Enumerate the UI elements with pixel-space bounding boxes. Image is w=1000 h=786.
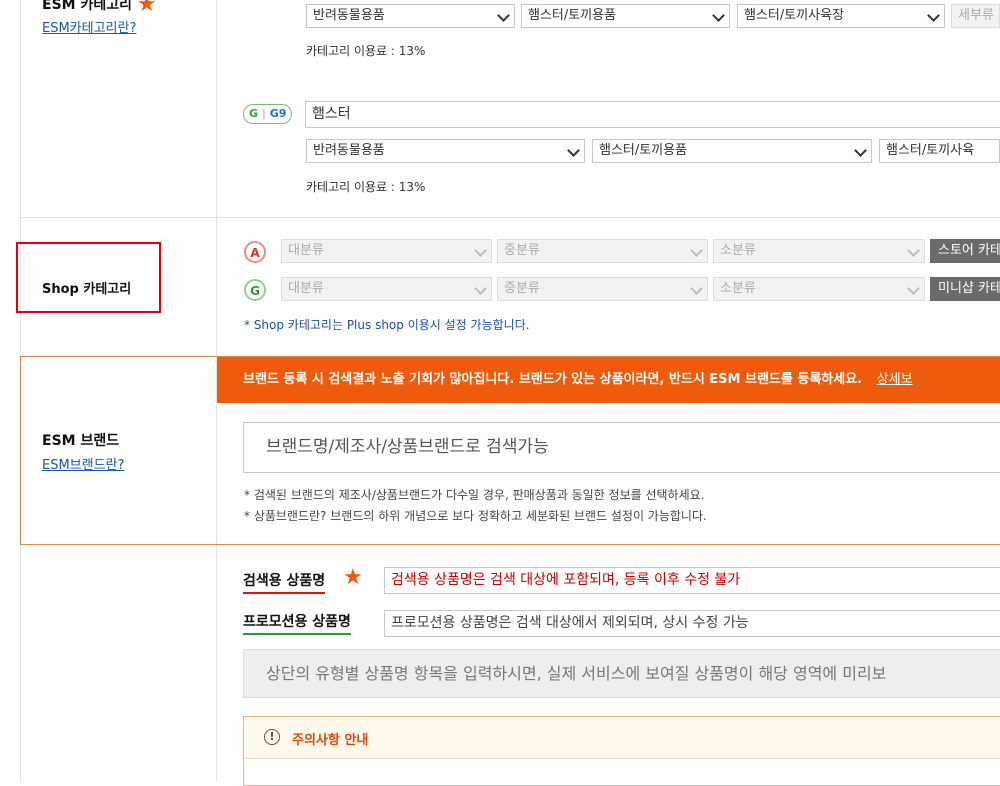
minishop-category-button[interactable]: 미니샵 카테 — [930, 277, 1000, 301]
esm-auction-category-medium-select[interactable]: 햄스터/토끼용품 — [521, 4, 730, 28]
badge-separator: | — [261, 107, 266, 120]
shop-gmarket-large-select[interactable]: 대분류 — [281, 277, 492, 301]
promo-name-label: 프로모션용 상품명 — [243, 611, 351, 635]
row-divider — [20, 217, 1000, 218]
esm-category-help-link[interactable]: ESM카테고리란? — [42, 17, 136, 36]
required-star-icon: ★ — [343, 565, 363, 590]
category-search-input[interactable]: 햄스터 — [305, 101, 1000, 128]
search-name-label-text: 검색용 상품명 — [243, 573, 326, 589]
select-value: 햄스터/토끼용품 — [599, 143, 688, 158]
esm-brand-title: ESM 브랜드 — [42, 433, 120, 449]
select-value: 대분류 — [288, 243, 324, 258]
left-border — [20, 545, 21, 782]
shop-auction-medium-select[interactable]: 중분류 — [497, 239, 708, 263]
g9-label: G9 — [269, 107, 287, 120]
notice-title: 주의사항 안내 — [292, 733, 369, 748]
esm-auction-category-large-select[interactable]: 반려동물용품 — [306, 4, 515, 28]
chevron-down-icon — [567, 144, 580, 157]
brand-search-input[interactable]: 브랜드명/제조사/상품브랜드로 검색가능 — [243, 422, 1000, 473]
chevron-down-icon — [927, 9, 940, 22]
category-fee-text: 카테고리 이용료 : 13% — [306, 180, 426, 194]
select-value: 중분류 — [504, 281, 540, 296]
chevron-down-icon — [854, 144, 867, 157]
select-value: 햄스터/토끼용품 — [528, 8, 617, 23]
select-value: 세부류 — [958, 8, 994, 23]
shop-category-note: * Shop 카테고리는 Plus shop 이용시 설정 가능합니다. — [244, 318, 530, 332]
product-name-preview: 상단의 유형별 상품명 항목을 입력하시면, 실제 서비스에 보여질 상품명이 … — [243, 649, 1000, 698]
required-star-icon: ★ — [136, 0, 157, 17]
chevron-down-icon — [907, 244, 920, 257]
select-value: 반려동물용품 — [313, 8, 385, 23]
warning-icon: ! — [264, 729, 280, 745]
chevron-down-icon — [690, 244, 703, 257]
brand-note: * 상품브랜드란? 브랜드의 하위 개념으로 보다 정확하고 세분화된 브랜드 … — [244, 509, 707, 523]
esm-gmarket-category-medium-select[interactable]: 햄스터/토끼용품 — [592, 139, 872, 163]
shop-gmarket-small-select[interactable]: 소분류 — [713, 277, 925, 301]
category-fee-text: 카테고리 이용료 : 13% — [306, 44, 426, 58]
select-value: 햄스터/토끼사육 — [886, 143, 975, 158]
esm-brand-help-link[interactable]: ESM브랜드란? — [42, 454, 124, 473]
select-value: 중분류 — [504, 243, 540, 258]
brand-banner: 브랜드 등록 시 검색결과 노출 기회가 많아집니다. 브랜드가 있는 상품이라… — [217, 357, 1000, 403]
brand-banner-detail-link[interactable]: 상세보 — [877, 372, 913, 387]
shop-gmarket-medium-select[interactable]: 중분류 — [497, 277, 708, 301]
chevron-down-icon — [907, 282, 920, 295]
esm-category-title-text: ESM 카테고리 — [42, 0, 132, 13]
gmarket-g9-badge: G | G9 — [243, 104, 293, 124]
gmarket-badge-icon: G — [244, 279, 266, 301]
chevron-down-icon — [712, 9, 725, 22]
shop-auction-small-select[interactable]: 소분류 — [713, 239, 925, 263]
promo-product-name-input[interactable]: 프로모션용 상품명은 검색 대상에서 제외되며, 상시 수정 가능 — [384, 610, 1000, 637]
select-value: 소분류 — [720, 281, 756, 296]
store-category-button[interactable]: 스토어 카테 — [930, 239, 1000, 263]
esm-auction-category-small-select[interactable]: 햄스터/토끼사육장 — [737, 4, 945, 28]
column-divider — [216, 0, 217, 356]
search-product-name-input[interactable]: 검색용 상품명은 검색 대상에 포함되며, 등록 이후 수정 불가 — [384, 567, 1000, 594]
chevron-down-icon — [474, 244, 487, 257]
gmarket-g-label: G — [249, 107, 259, 120]
shop-auction-large-select[interactable]: 대분류 — [281, 239, 492, 263]
esm-category-title: ESM 카테고리 ★ — [42, 0, 157, 17]
esm-gmarket-category-small-select[interactable]: 햄스터/토끼사육 — [879, 139, 1000, 163]
notice-divider — [244, 758, 1000, 759]
esm-gmarket-category-large-select[interactable]: 반려동물용품 — [306, 139, 585, 163]
chevron-down-icon — [497, 9, 510, 22]
chevron-down-icon — [474, 282, 487, 295]
column-divider — [216, 545, 217, 782]
select-value: 햄스터/토끼사육장 — [744, 8, 845, 23]
shop-category-title: Shop 카테고리 — [42, 282, 132, 297]
esm-auction-category-detail-select[interactable]: 세부류 — [951, 4, 1000, 28]
auction-badge-icon: A — [244, 241, 266, 263]
chevron-down-icon — [690, 282, 703, 295]
select-value: 대분류 — [288, 281, 324, 296]
search-name-label: 검색용 상품명 — [243, 570, 326, 594]
brand-banner-text: 브랜드 등록 시 검색결과 노출 기회가 많아집니다. 브랜드가 있는 상품이라… — [243, 372, 863, 387]
select-value: 반려동물용품 — [313, 143, 385, 158]
brand-note: * 검색된 브랜드의 제조사/상품브랜드가 다수일 경우, 판매상품과 동일한 … — [244, 488, 705, 502]
select-value: 소분류 — [720, 243, 756, 258]
